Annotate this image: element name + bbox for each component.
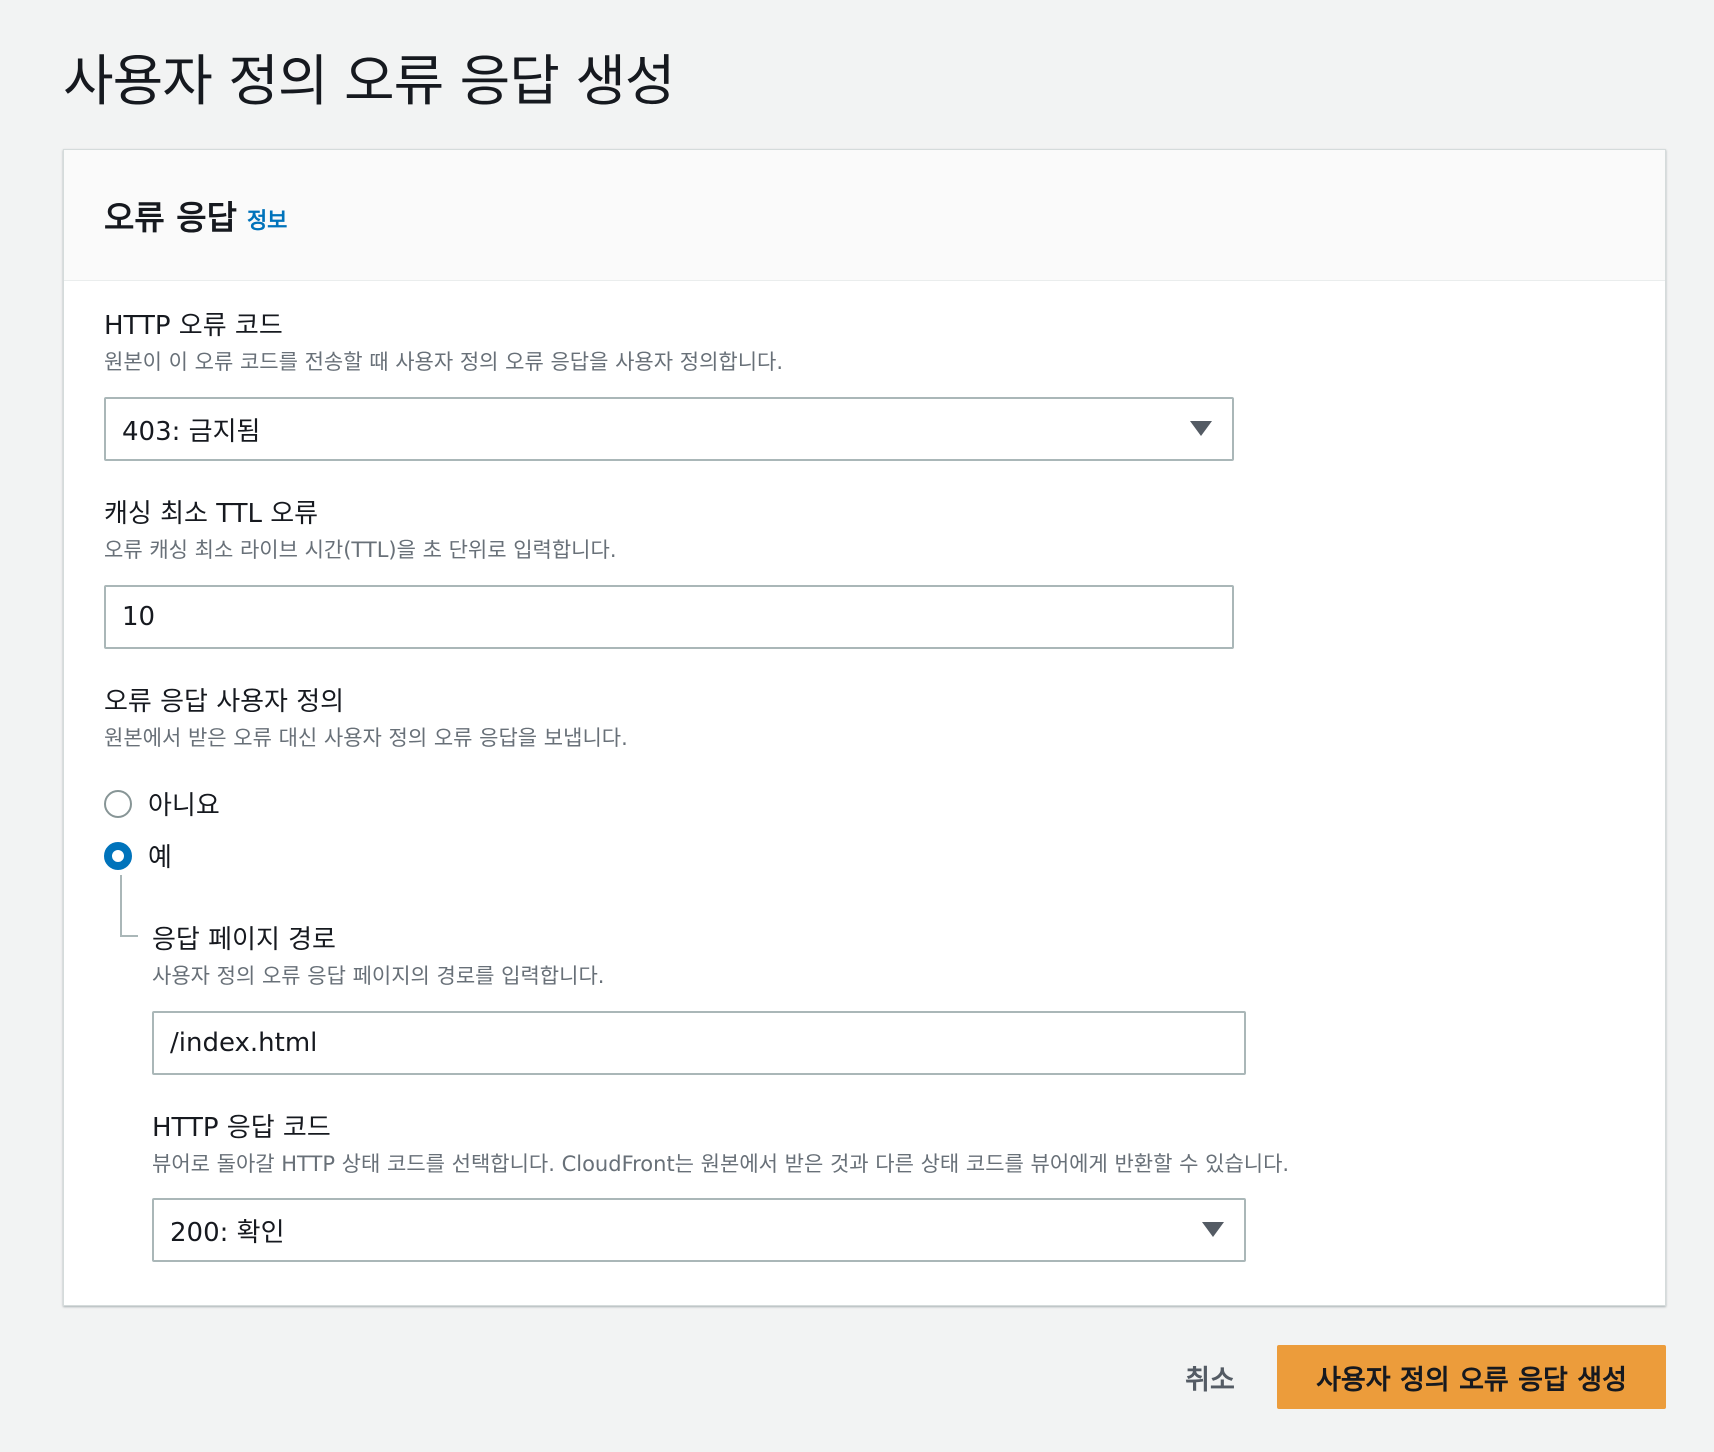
error-response-panel: 오류 응답 정보 HTTP 오류 코드 원본이 이 오류 코드를 전송할 때 사…	[63, 149, 1666, 1306]
min-ttl-label: 캐싱 최소 TTL 오류	[104, 499, 319, 529]
panel-header: 오류 응답 정보	[64, 150, 1665, 281]
min-ttl-value: 10	[122, 602, 156, 632]
http-response-code-field: HTTP 응답 코드 뷰어로 돌아갈 HTTP 상태 코드를 선택합니다. Cl…	[152, 1111, 1289, 1179]
response-page-path-label: 응답 페이지 경로	[152, 925, 336, 955]
response-page-path-field: 응답 페이지 경로 사용자 정의 오류 응답 페이지의 경로를 입력합니다.	[152, 923, 604, 991]
radio-button-yes[interactable]	[104, 841, 132, 870]
http-response-code-description: 뷰어로 돌아갈 HTTP 상태 코드를 선택합니다. CloudFront는 원…	[152, 1152, 1290, 1176]
http-error-code-selected-value: 403: 금지됨	[122, 416, 261, 447]
panel-title: 오류 응답	[104, 198, 237, 237]
http-response-code-selected-value: 200: 확인	[170, 1217, 285, 1248]
min-ttl-field: 캐싱 최소 TTL 오류 오류 캐싱 최소 라이브 시간(TTL)을 초 단위로…	[104, 497, 617, 565]
http-error-code-select[interactable]: 403: 금지됨	[104, 397, 1234, 461]
response-page-path-description: 사용자 정의 오류 응답 페이지의 경로를 입력합니다.	[152, 964, 605, 988]
http-error-code-description: 원본이 이 오류 코드를 전송할 때 사용자 정의 오류 응답을 사용자 정의합…	[104, 350, 784, 374]
customize-response-description: 원본에서 받은 오류 대신 사용자 정의 오류 응답을 보냅니다.	[104, 726, 628, 750]
radio-option-no[interactable]: 아니요	[104, 785, 220, 822]
nested-connector-line	[120, 875, 138, 937]
caret-down-icon	[1190, 421, 1212, 436]
response-page-path-value: /index.html	[170, 1028, 318, 1058]
http-error-code-field: HTTP 오류 코드 원본이 이 오류 코드를 전송할 때 사용자 정의 오류 …	[104, 309, 783, 377]
create-error-response-button[interactable]: 사용자 정의 오류 응답 생성	[1277, 1345, 1666, 1409]
http-response-code-select[interactable]: 200: 확인	[152, 1198, 1246, 1262]
response-page-path-input[interactable]: /index.html	[152, 1011, 1246, 1075]
min-ttl-input[interactable]: 10	[104, 585, 1234, 649]
customize-response-field: 오류 응답 사용자 정의 원본에서 받은 오류 대신 사용자 정의 오류 응답을…	[104, 685, 628, 753]
radio-label-yes: 예	[148, 843, 172, 873]
customize-response-label: 오류 응답 사용자 정의	[104, 687, 345, 717]
caret-down-icon	[1202, 1222, 1224, 1237]
info-link[interactable]: 정보	[247, 203, 287, 235]
cancel-button[interactable]: 취소	[1150, 1345, 1270, 1409]
radio-button-no[interactable]	[104, 789, 132, 818]
page-title: 사용자 정의 오류 응답 생성	[63, 49, 676, 113]
radio-option-yes[interactable]: 예	[104, 837, 172, 874]
http-error-code-label: HTTP 오류 코드	[104, 311, 283, 341]
http-response-code-label: HTTP 응답 코드	[152, 1113, 331, 1143]
radio-label-no: 아니요	[148, 791, 220, 821]
min-ttl-description: 오류 캐싱 최소 라이브 시간(TTL)을 초 단위로 입력합니다.	[104, 538, 617, 562]
